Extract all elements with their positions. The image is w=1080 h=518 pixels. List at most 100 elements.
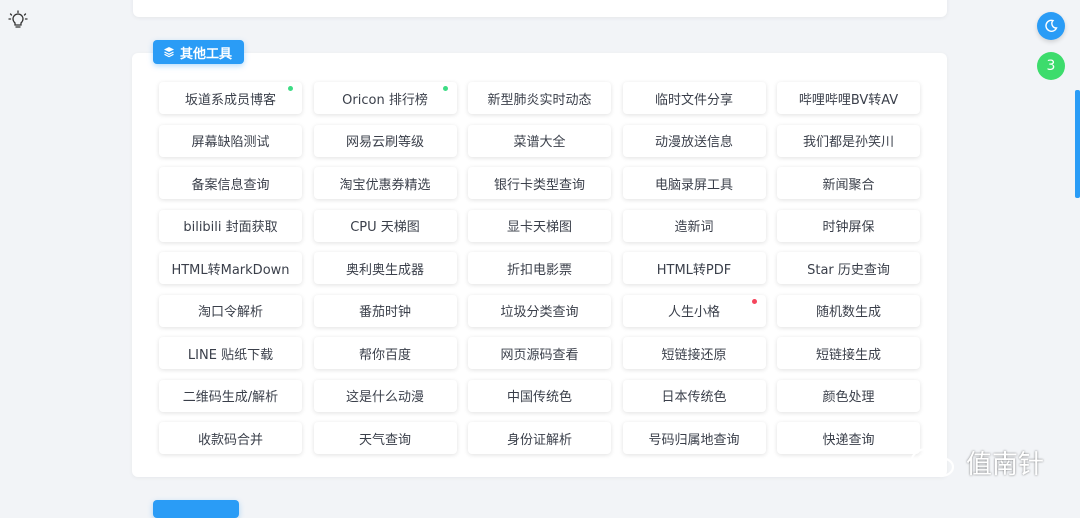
next-section-tag [153, 500, 239, 518]
tool-button[interactable]: 日本传统色 [622, 379, 766, 412]
tool-button[interactable]: 淘口令解析 [159, 294, 302, 327]
tool-button[interactable]: 随机数生成 [777, 294, 920, 327]
tool-label: 哔哩哔哩BV转AV [798, 92, 899, 108]
tool-label: 新型肺炎实时动态 [487, 92, 592, 108]
watermark: 值南针 [908, 444, 1044, 481]
tool-button[interactable]: 动漫放送信息 [622, 124, 766, 157]
tool-button[interactable]: Oricon 排行榜 [313, 82, 457, 114]
tool-button[interactable]: 二维码生成/解析 [159, 379, 302, 412]
tool-button[interactable]: 番茄时钟 [313, 294, 457, 327]
tool-label: 新闻聚合 [822, 177, 875, 193]
tool-button[interactable]: 造新词 [622, 209, 766, 242]
tool-label: 备案信息查询 [191, 177, 270, 193]
tool-label: Oricon 排行榜 [342, 92, 428, 108]
tool-label: 屏幕缺陷测试 [191, 135, 270, 150]
tool-button[interactable]: 我们都是孙笑川 [777, 124, 920, 157]
tool-button[interactable]: 新型肺炎实时动态 [468, 82, 611, 114]
tool-label: 时钟屏保 [822, 220, 875, 235]
tool-label: 网页源码查看 [500, 347, 579, 363]
tool-label: 身份证解析 [506, 432, 572, 448]
tool-button[interactable]: LINE 贴纸下载 [159, 337, 302, 369]
previous-section-card [133, 0, 947, 17]
tool-button[interactable]: Star 历史查询 [777, 252, 920, 284]
tool-button[interactable]: 银行卡类型查询 [468, 167, 611, 199]
layers-icon [164, 47, 174, 58]
tool-button[interactable]: 坂道系成员博客 [159, 82, 302, 114]
tool-label: Star 历史查询 [807, 262, 890, 278]
tool-label: 坂道系成员博客 [184, 92, 276, 108]
tool-label: 快递查询 [822, 432, 875, 448]
tool-button[interactable]: 这是什么动漫 [313, 379, 457, 412]
tool-button[interactable]: HTML转MarkDown [159, 252, 302, 284]
tool-button[interactable]: 新闻聚合 [777, 167, 920, 199]
tools-card: 坂道系成员博客 Oricon 排行榜 新型肺炎实时动态 临时文件分享 哔哩哔哩BV转AV… [132, 53, 947, 477]
tool-label: 我们都是孙笑川 [802, 135, 894, 150]
tool-button[interactable]: 垃圾分类查询 [468, 294, 611, 327]
tool-label: 奥利奥生成器 [345, 262, 424, 278]
tool-button[interactable]: 屏幕缺陷测试 [159, 124, 302, 157]
tool-button[interactable]: bilibili 封面获取 [159, 209, 302, 242]
tool-label: 临时文件分享 [654, 92, 733, 108]
tool-label: 动漫放送信息 [654, 135, 733, 150]
tool-button[interactable]: 短链接生成 [777, 337, 920, 369]
tool-label: CPU 天梯图 [350, 220, 420, 235]
tool-button[interactable]: 短链接还原 [622, 337, 766, 369]
tool-label: 中国传统色 [506, 390, 572, 405]
tool-button[interactable]: 帮你百度 [313, 337, 457, 369]
new-indicator-dot [442, 86, 448, 91]
tool-label: 日本传统色 [661, 390, 727, 405]
new-indicator-dot [751, 298, 757, 304]
tool-button[interactable]: 菜谱大全 [468, 124, 611, 157]
tool-button[interactable]: 淘宝优惠券精选 [313, 167, 457, 199]
tool-label: 垃圾分类查询 [500, 305, 579, 320]
theme-toggle-button[interactable] [1037, 12, 1065, 40]
tool-label: 显卡天梯图 [506, 220, 572, 235]
tool-label: 网易云刷等级 [345, 135, 424, 150]
tool-button[interactable]: CPU 天梯图 [313, 209, 457, 242]
tool-label: 菜谱大全 [513, 135, 566, 150]
tool-button[interactable]: 号码归属地查询 [622, 422, 766, 454]
tool-button[interactable]: 身份证解析 [468, 422, 611, 454]
tool-label: 折扣电影票 [506, 262, 572, 278]
tool-button[interactable]: 临时文件分享 [622, 82, 766, 114]
tool-button[interactable]: 快递查询 [777, 422, 920, 454]
tool-button[interactable]: 哔哩哔哩BV转AV [777, 82, 920, 114]
tool-button[interactable]: 奥利奥生成器 [313, 252, 457, 284]
tool-button[interactable]: 中国传统色 [468, 379, 611, 412]
tool-button[interactable]: 天气查询 [313, 422, 457, 454]
notification-badge-button[interactable]: 3 [1037, 52, 1065, 80]
tools-grid: 坂道系成员博客 Oricon 排行榜 新型肺炎实时动态 临时文件分享 哔哩哔哩BV转AV… [159, 82, 920, 454]
tool-button[interactable]: HTML转PDF [622, 252, 766, 284]
tool-label: 颜色处理 [822, 390, 875, 405]
tool-button[interactable]: 折扣电影票 [468, 252, 611, 284]
tool-label: HTML转MarkDown [171, 262, 290, 278]
tool-button[interactable]: 人生小格 [622, 294, 766, 327]
tool-label: HTML转PDF [656, 262, 732, 278]
tool-button[interactable]: 网易云刷等级 [313, 124, 457, 157]
new-indicator-dot [288, 86, 293, 91]
tool-label: 二维码生成/解析 [182, 390, 279, 405]
tool-button[interactable]: 网页源码查看 [468, 337, 611, 369]
badge-count: 3 [1046, 58, 1056, 74]
tool-label: 短链接还原 [661, 347, 727, 363]
tool-label: 淘宝优惠券精选 [339, 177, 431, 193]
tool-button[interactable]: 备案信息查询 [159, 167, 302, 199]
scrollbar-thumb[interactable] [1075, 90, 1080, 198]
tool-button[interactable]: 颜色处理 [777, 379, 920, 412]
tool-button[interactable]: 时钟屏保 [777, 209, 920, 242]
tool-button[interactable]: 显卡天梯图 [468, 209, 611, 242]
tool-label: 电脑录屏工具 [654, 177, 733, 193]
tool-label: 淘口令解析 [197, 305, 263, 320]
tool-label: bilibili 封面获取 [183, 220, 278, 235]
tool-label: 番茄时钟 [358, 305, 411, 320]
tool-label: 号码归属地查询 [648, 432, 740, 448]
tool-label: 人生小格 [667, 305, 720, 320]
tool-label: 收款码合并 [197, 432, 263, 448]
section-title: 其他工具 [180, 46, 233, 62]
wechat-icon [910, 447, 955, 477]
lightbulb-icon[interactable] [8, 10, 28, 30]
tool-button[interactable]: 收款码合并 [159, 422, 302, 454]
tool-label: 银行卡类型查询 [493, 177, 585, 193]
tool-label: 这是什么动漫 [345, 390, 424, 405]
tool-button[interactable]: 电脑录屏工具 [622, 167, 766, 199]
